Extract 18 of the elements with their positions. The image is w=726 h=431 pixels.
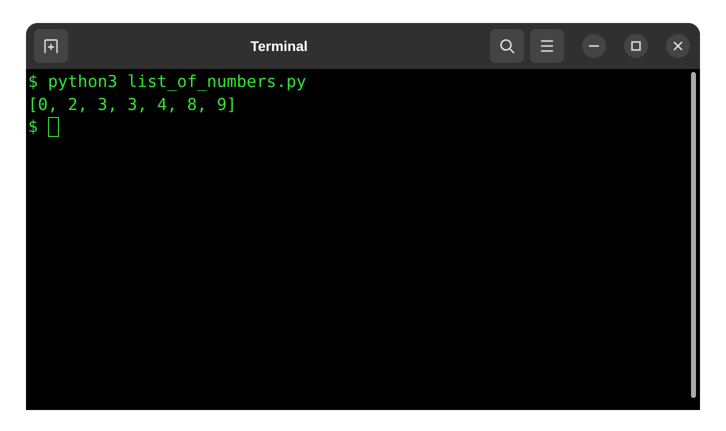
scrollbar[interactable] [691,72,696,398]
maximize-button[interactable] [624,34,648,58]
menu-icon [540,40,554,52]
menu-button[interactable] [530,29,564,63]
search-button[interactable] [490,29,524,63]
search-icon [499,38,515,54]
close-icon [673,41,683,51]
prompt: $ [28,116,38,138]
minimize-button[interactable] [582,34,606,58]
terminal-line: $ python3 list_of_numbers.py [28,71,306,93]
minimize-icon [589,45,599,47]
close-button[interactable] [666,34,690,58]
new-tab-icon [43,38,59,54]
maximize-icon [631,41,641,51]
window-title: Terminal [249,38,309,54]
new-tab-button[interactable] [34,29,68,63]
cursor [48,117,59,138]
terminal-line: [0, 2, 3, 3, 4, 8, 9] [28,94,237,116]
